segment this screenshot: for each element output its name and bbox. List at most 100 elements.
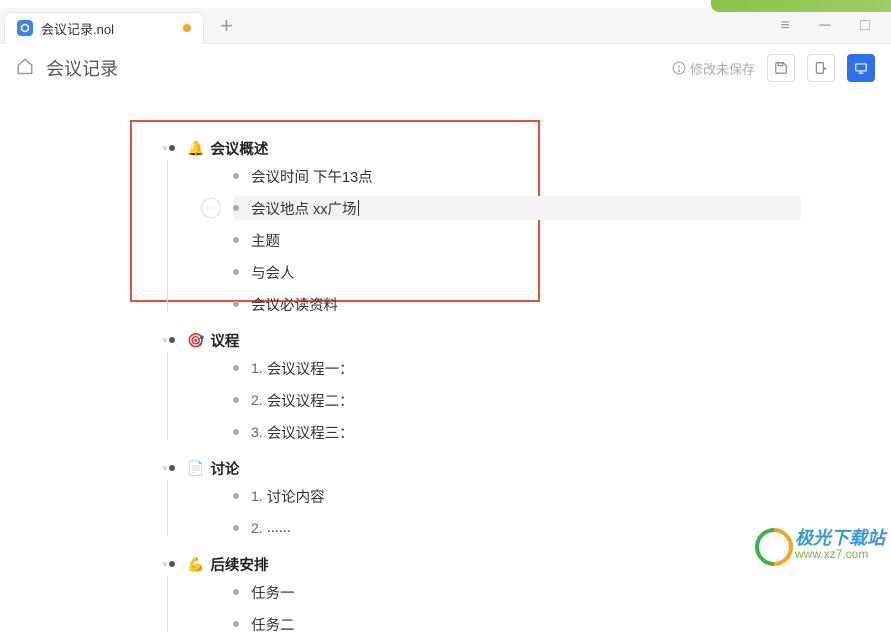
caret-icon[interactable]: ▼ bbox=[161, 144, 169, 153]
bullet-icon bbox=[169, 145, 175, 151]
outline-item-row[interactable]: 任务二 bbox=[233, 612, 801, 636]
outline-item-row[interactable]: 2....... bbox=[233, 516, 801, 540]
list-number: 2. bbox=[251, 392, 263, 408]
item-text[interactable]: 讨论内容 bbox=[267, 486, 325, 507]
tab-bar: 会议记录.nol + ≡ ─ □ bbox=[0, 8, 891, 44]
outline-section: ▼ 💪 后续安排任务一任务二 bbox=[145, 548, 801, 644]
unsaved-label: 修改未保存 bbox=[690, 59, 755, 78]
list-number: 2. bbox=[251, 520, 263, 536]
section-header[interactable]: ▼💪后续安排 bbox=[169, 552, 801, 576]
section-emoji-icon: 🔔 bbox=[187, 140, 204, 157]
bullet-icon bbox=[169, 337, 175, 343]
section-emoji-icon: 🎯 bbox=[187, 332, 204, 349]
outline-item-row[interactable]: 3.会议议程三： bbox=[233, 420, 801, 444]
export-button[interactable] bbox=[807, 54, 835, 82]
section-emoji-icon: 💪 bbox=[187, 556, 204, 573]
section-title[interactable]: 会议概述 bbox=[210, 138, 268, 159]
caret-icon[interactable]: ▼ bbox=[161, 464, 169, 473]
section-header[interactable]: ▼📄讨论 bbox=[169, 456, 801, 480]
bullet-icon bbox=[233, 173, 239, 179]
outline-item-row[interactable]: 1.讨论内容 bbox=[233, 484, 801, 508]
bullet-icon bbox=[233, 365, 239, 371]
outline-item-row[interactable]: 2.会议议程二： bbox=[233, 388, 801, 412]
outline-item: 会议时间 下午13点 bbox=[197, 160, 801, 192]
tree-line bbox=[167, 352, 168, 440]
item-text[interactable]: 会议必读资料 bbox=[251, 294, 338, 315]
item-text[interactable]: ...... bbox=[267, 520, 291, 536]
tree-line bbox=[167, 480, 168, 536]
outline-section: ▼📄讨论1.讨论内容2....... bbox=[145, 452, 801, 548]
watermark-url: www.xz7.com bbox=[795, 548, 885, 561]
outline-item-row[interactable]: 与会人 bbox=[233, 260, 801, 284]
present-button[interactable] bbox=[847, 54, 875, 82]
new-tab-button[interactable]: + bbox=[220, 15, 233, 37]
drag-handle-icon[interactable]: ⋯ bbox=[201, 198, 221, 218]
minimize-button[interactable]: ─ bbox=[815, 17, 835, 35]
bullet-icon bbox=[233, 269, 239, 275]
list-number: 3. bbox=[251, 424, 263, 440]
outline-item-row[interactable]: 会议必读资料 bbox=[233, 292, 801, 316]
bullet-icon bbox=[233, 429, 239, 435]
outline-item: 任务二 bbox=[197, 608, 801, 640]
bullet-icon bbox=[233, 621, 239, 627]
menu-icon[interactable]: ≡ bbox=[775, 17, 795, 35]
bullet-icon bbox=[233, 589, 239, 595]
outline-item: 2....... bbox=[197, 512, 801, 544]
outline-item: 3.会议议程三： bbox=[197, 416, 801, 448]
tab-active[interactable]: 会议记录.nol bbox=[4, 12, 204, 44]
item-text[interactable]: 会议议程二： bbox=[267, 390, 354, 411]
outline-item-row[interactable]: ⋯会议地点 xx广场 bbox=[233, 196, 801, 220]
unsaved-status: 修改未保存 bbox=[672, 59, 755, 78]
item-text[interactable]: 主题 bbox=[251, 230, 280, 251]
item-text[interactable]: 会议时间 下午13点 bbox=[251, 166, 373, 187]
bullet-icon bbox=[233, 301, 239, 307]
outline-item-row[interactable]: 任务一 bbox=[233, 580, 801, 604]
outline-item: 2.会议议程二： bbox=[197, 384, 801, 416]
caret-icon[interactable]: ▼ bbox=[161, 336, 169, 345]
maximize-button[interactable]: □ bbox=[855, 17, 875, 35]
home-icon[interactable] bbox=[16, 57, 34, 80]
outline-item: ⋯ 会议地点 xx广场 bbox=[197, 192, 801, 224]
doc-title: 会议记录 bbox=[46, 55, 118, 81]
outline-item-row[interactable]: 1.会议议程一： bbox=[233, 356, 801, 380]
outline-item-row[interactable]: 会议时间 下午13点 bbox=[233, 164, 801, 188]
outline-item: 任务一 bbox=[197, 576, 801, 608]
section-title[interactable]: 后续安排 bbox=[210, 554, 268, 575]
toolbar: 会议记录 修改未保存 bbox=[0, 44, 891, 92]
item-text[interactable]: 会议议程三： bbox=[267, 422, 354, 443]
outline-item: 1.讨论内容 bbox=[197, 480, 801, 512]
section-title[interactable]: 讨论 bbox=[210, 458, 239, 479]
watermark-name: 极光下载站 bbox=[795, 529, 885, 549]
outline-item: 会议必读资料 bbox=[197, 288, 801, 320]
item-text[interactable]: 任务二 bbox=[251, 614, 295, 635]
watermark: 极光下载站 www.xz7.com bbox=[755, 528, 885, 562]
outline-item: 1.会议议程一： bbox=[197, 352, 801, 384]
tree-line bbox=[167, 160, 168, 312]
tree-line bbox=[167, 576, 168, 632]
bullet-icon bbox=[233, 493, 239, 499]
bullet-icon bbox=[169, 465, 175, 471]
bullet-icon bbox=[233, 237, 239, 243]
bullet-icon bbox=[233, 205, 239, 211]
promo-banner bbox=[711, 0, 891, 12]
tab-title: 会议记录.nol bbox=[41, 19, 175, 38]
list-number: 1. bbox=[251, 488, 263, 504]
window-controls: ≡ ─ □ bbox=[775, 17, 891, 35]
watermark-logo bbox=[755, 528, 789, 562]
outline-section: ▼🎯议程1.会议议程一：2.会议议程二：3.会议议程三： bbox=[145, 324, 801, 452]
item-text[interactable]: 会议地点 xx广场 bbox=[251, 198, 357, 219]
outline-item-row[interactable]: 主题 bbox=[233, 228, 801, 252]
outline-section: ▼ 🔔 会议概述会议时间 下午13点 ⋯ 会议地点 xx广场主题与会人会议必读资料 bbox=[145, 132, 801, 324]
app-icon bbox=[17, 20, 33, 36]
text-cursor bbox=[358, 200, 359, 216]
toolbar-right: 修改未保存 bbox=[672, 54, 875, 82]
caret-icon[interactable]: ▼ bbox=[161, 560, 169, 569]
item-text[interactable]: 与会人 bbox=[251, 262, 295, 283]
item-text[interactable]: 任务一 bbox=[251, 582, 295, 603]
section-header[interactable]: ▼🎯议程 bbox=[169, 328, 801, 352]
item-text[interactable]: 会议议程一： bbox=[267, 358, 354, 379]
section-header[interactable]: ▼🔔会议概述 bbox=[169, 136, 801, 160]
outline-root: ▼🔔会议概述会议时间 下午13点⋯会议地点 xx广场主题与会人会议必读资料▼🎯议… bbox=[0, 132, 891, 644]
save-button[interactable] bbox=[767, 54, 795, 82]
section-title[interactable]: 议程 bbox=[210, 330, 239, 351]
